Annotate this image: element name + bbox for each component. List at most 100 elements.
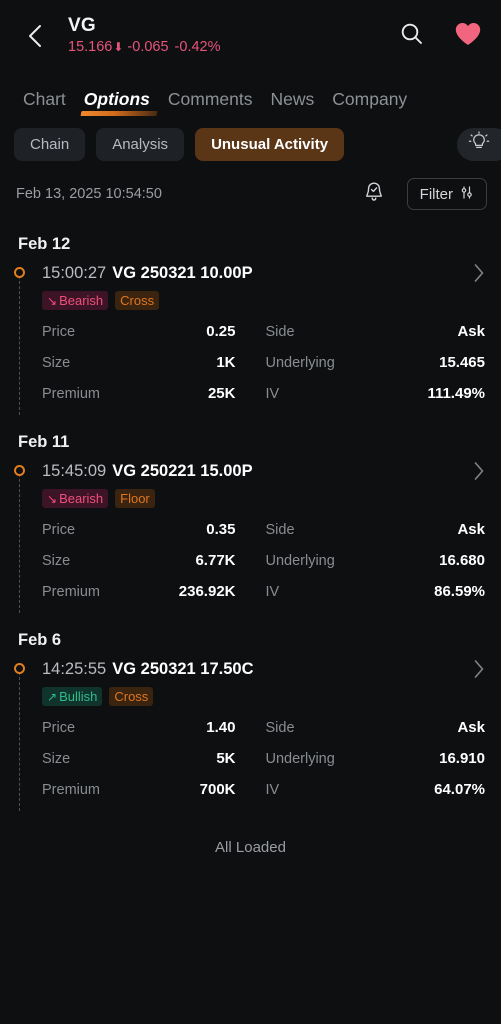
- symbol-block[interactable]: VG 15.166 ⬇ -0.065 -0.42%: [68, 15, 395, 57]
- detail-label: Price: [42, 521, 76, 538]
- detail-row: Premium 236.92K IV 86.59%: [42, 576, 485, 607]
- chip-chain[interactable]: Chain: [14, 128, 86, 161]
- detail-value: 16.680: [439, 552, 485, 569]
- detail-label: Underlying: [265, 354, 335, 371]
- chip-chain-label: Chain: [30, 136, 70, 153]
- date-group: Feb 12 15:00:27 VG 250321 10.00P ↘ Bearis…: [0, 211, 501, 415]
- detail-row: Size 6.77K Underlying 16.680: [42, 545, 485, 576]
- detail-cell: Premium 700K: [42, 781, 264, 798]
- detail-label: Underlying: [265, 750, 335, 767]
- tab-company[interactable]: Company: [323, 89, 416, 116]
- activity-entry[interactable]: 14:25:55 VG 250321 17.50C ↗ Bullish Cross: [14, 658, 485, 811]
- entry-contract: VG 250321 10.00P: [112, 264, 253, 282]
- detail-cell: Premium 236.92K: [42, 583, 264, 600]
- group-date-label: Feb 12: [18, 235, 71, 253]
- detail-value: 64.07%: [434, 781, 485, 798]
- insight-button[interactable]: [457, 128, 501, 161]
- venue-tag-label: Floor: [120, 491, 150, 506]
- detail-row: Price 0.25 Side Ask: [42, 316, 485, 347]
- tab-options-label: Options: [83, 89, 150, 109]
- entry-contract: VG 250221 15.00P: [112, 462, 253, 480]
- detail-value: 16.910: [439, 750, 485, 767]
- sentiment-tag-label: Bullish: [59, 689, 98, 704]
- unusual-activity-list: Feb 12 15:00:27 VG 250321 10.00P ↘ Bearis…: [0, 211, 501, 876]
- chip-unusual-activity-label: Unusual Activity: [211, 136, 329, 153]
- chevron-right-icon[interactable]: [473, 461, 485, 481]
- detail-value: Ask: [457, 323, 485, 340]
- entry-title: 15:00:27 VG 250321 10.00P: [42, 262, 473, 284]
- filter-button-label: Filter: [419, 185, 453, 203]
- chip-analysis[interactable]: Analysis: [96, 128, 185, 161]
- trend-up-icon: ↗: [47, 689, 58, 704]
- detail-value: Ask: [457, 521, 485, 538]
- sentiment-tag-label: Bearish: [59, 293, 104, 308]
- date-group: Feb 6 14:25:55 VG 250321 17.50C ↗ Bullish…: [0, 607, 501, 811]
- chip-unusual-activity[interactable]: Unusual Activity: [195, 128, 345, 161]
- alert-button[interactable]: [357, 177, 391, 211]
- detail-cell: Side Ask: [264, 719, 486, 736]
- group-date-label: Feb 6: [18, 631, 62, 649]
- sentiment-tag-label: Bearish: [59, 491, 104, 506]
- venue-tag-label: Cross: [114, 689, 149, 704]
- tab-options[interactable]: Options: [75, 89, 159, 116]
- detail-cell: Underlying 16.910: [264, 750, 486, 767]
- search-button[interactable]: [395, 19, 429, 53]
- detail-cell: IV 64.07%: [264, 781, 486, 798]
- detail-value: 700K: [199, 781, 236, 798]
- detail-cell: Price 0.35: [42, 521, 264, 538]
- entry-details: Price 0.35 Side Ask Size 6.77K Underlyin…: [42, 514, 485, 607]
- entry-details: Price 1.40 Side Ask Size 5K Underlying 1…: [42, 712, 485, 805]
- tab-news-label: News: [270, 89, 315, 109]
- chevron-right-icon[interactable]: [473, 263, 485, 283]
- detail-cell: Side Ask: [264, 323, 486, 340]
- entry-contract: VG 250321 17.50C: [112, 660, 254, 678]
- activity-entry[interactable]: 15:45:09 VG 250221 15.00P ↘ Bearish Floor: [14, 460, 485, 613]
- date-group: Feb 11 15:45:09 VG 250221 15.00P ↘ Bearis…: [0, 409, 501, 613]
- detail-label: Price: [42, 719, 76, 736]
- detail-row: Price 0.35 Side Ask: [42, 514, 485, 545]
- detail-cell: Side Ask: [264, 521, 486, 538]
- chip-analysis-label: Analysis: [112, 136, 169, 153]
- entry-header[interactable]: 15:45:09 VG 250221 15.00P: [42, 460, 485, 482]
- detail-cell: Underlying 16.680: [264, 552, 486, 569]
- tab-news[interactable]: News: [262, 89, 324, 116]
- timeline-dot-icon: [14, 465, 25, 476]
- back-button[interactable]: [16, 17, 54, 55]
- app-bar-actions: [395, 19, 485, 53]
- detail-row: Price 1.40 Side Ask: [42, 712, 485, 743]
- detail-cell: Size 6.77K: [42, 552, 264, 569]
- detail-value: 0.25: [206, 323, 236, 340]
- detail-value: 1.40: [206, 719, 236, 736]
- detail-value: 86.59%: [434, 583, 485, 600]
- entry-header[interactable]: 14:25:55 VG 250321 17.50C: [42, 658, 485, 680]
- detail-value: Ask: [457, 719, 485, 736]
- tab-comments[interactable]: Comments: [159, 89, 262, 116]
- detail-value: 236.92K: [178, 583, 236, 600]
- detail-value: 6.77K: [195, 552, 236, 569]
- filter-button[interactable]: Filter: [406, 178, 487, 210]
- detail-row: Premium 25K IV 111.49%: [42, 378, 485, 409]
- sentiment-tag: ↗ Bullish: [42, 687, 103, 706]
- timeline-dot-icon: [14, 663, 25, 674]
- chevron-right-icon[interactable]: [473, 659, 485, 679]
- venue-tag-label: Cross: [120, 293, 155, 308]
- favorite-button[interactable]: [451, 19, 485, 53]
- detail-cell: IV 111.49%: [264, 385, 486, 402]
- entry-header[interactable]: 15:00:27 VG 250321 10.00P: [42, 262, 485, 284]
- entry-details: Price 0.25 Side Ask Size 1K Underlying 1…: [42, 316, 485, 409]
- venue-tag: Floor: [115, 489, 155, 508]
- detail-value: 1K: [216, 354, 236, 371]
- activity-entry[interactable]: 15:00:27 VG 250321 10.00P ↘ Bearish Cross: [14, 262, 485, 415]
- detail-value: 15.465: [439, 354, 485, 371]
- tab-chart[interactable]: Chart: [14, 89, 75, 116]
- detail-value: 5K: [216, 750, 236, 767]
- venue-tag: Cross: [109, 687, 154, 706]
- entry-tags: ↘ Bearish Floor: [42, 489, 485, 508]
- detail-label: Side: [265, 719, 295, 736]
- entry-time: 15:00:27: [42, 264, 107, 282]
- symbol-quote: 15.166 ⬇ -0.065 -0.42%: [68, 38, 395, 57]
- meta-row: Feb 13, 2025 10:54:50 Filter: [0, 161, 501, 211]
- symbol-ticker: VG: [68, 15, 96, 36]
- detail-cell: Premium 25K: [42, 385, 264, 402]
- search-icon: [399, 21, 425, 52]
